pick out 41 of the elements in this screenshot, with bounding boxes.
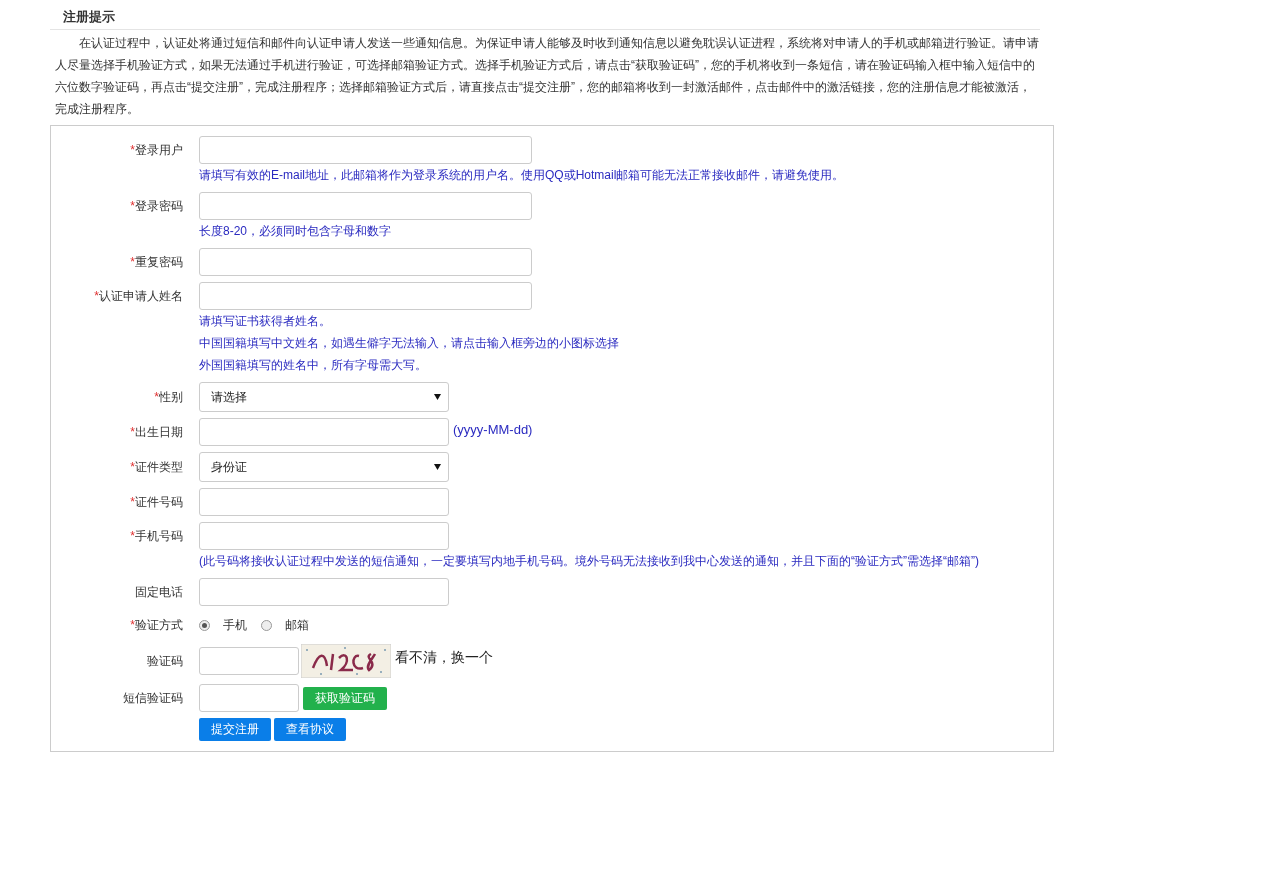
field-label: *手机号码 — [130, 528, 183, 543]
text-field[interactable] — [199, 418, 449, 446]
radio-option[interactable]: 手机 — [199, 616, 247, 634]
radio-option[interactable]: 邮箱 — [261, 616, 309, 634]
field-hint: 长度8-20，必须同时包含字母和数字 — [199, 223, 393, 240]
text-field[interactable] — [199, 248, 532, 276]
refresh-captcha-link[interactable]: 看不清，换一个 — [395, 649, 493, 667]
notice-title: 注册提示 — [63, 9, 115, 24]
text-field[interactable] — [199, 488, 449, 516]
text-field[interactable] — [199, 282, 532, 310]
format-hint: (yyyy-MM-dd) — [453, 421, 533, 437]
field-hint: (此号码将接收认证过程中发送的短信通知，一定要填写内地手机号码。境外号码无法接收到我中心发送的通知，并且下面的“验证方式”需选择“邮箱”) — [199, 553, 980, 570]
text-field[interactable] — [199, 136, 532, 164]
field-hint: 外国国籍填写的姓名中，所有字母需大写。 — [199, 357, 428, 374]
caret-icon — [434, 464, 441, 470]
field-label: *登录用户 — [130, 142, 183, 157]
form-button[interactable]: 提交注册 — [199, 718, 271, 741]
field-label: 固定电话 — [135, 584, 183, 599]
field-label: *证件号码 — [130, 494, 183, 509]
dropdown[interactable]: 身份证 — [199, 452, 449, 482]
form-button[interactable]: 查看协议 — [274, 718, 346, 741]
field-label: *登录密码 — [130, 198, 183, 213]
field-label: *性别 — [154, 389, 183, 404]
dropdown[interactable]: 请选择 — [199, 382, 449, 412]
field-hint: 请填写有效的E-mail地址，此邮箱将作为登录系统的用户名。使用QQ或Hotmail邮箱可能无法正常接收邮件，请避免使用。 — [199, 167, 846, 184]
field-label: *重复密码 — [130, 254, 183, 269]
text-field[interactable] — [199, 522, 449, 550]
field-label: 短信验证码 — [123, 690, 183, 705]
field-label: 验证码 — [147, 653, 183, 668]
field-hint: 中国国籍填写中文姓名，如遇生僻字无法输入，请点击输入框旁边的小图标选择 — [199, 335, 620, 352]
field-label: *验证方式 — [130, 617, 183, 632]
notice-paragraph: 在认证过程中，认证处将通过短信和邮件向认证申请人发送一些通知信息。为保证申请人能够及时收到通知信息以避免耽误认证进程，系统将对申请人的手机或邮箱进行验证。请申请人尽量选择手机验证方式，如果无法通过手机进行验证，可选择邮箱验证方式。选择手机验证方式后，请点击“获取验证码”，您的手机将收到一条短信，请在验证码输入框中输入短信中的六位数字验证码，再点击“提交注册”，完成注册程序；选择邮箱验证方式后，请直接点击“提交注册”，您的邮箱将收到一封激活邮件，点击邮件中的激活链接，您的注册信息才能被激活，完成注册程序。 — [55, 35, 1040, 118]
field-hint: 请填写证书获得者姓名。 — [199, 313, 332, 330]
text-field[interactable] — [199, 647, 299, 675]
field-label: *认证申请人姓名 — [94, 288, 183, 303]
text-field[interactable] — [199, 192, 532, 220]
text-field[interactable] — [199, 578, 449, 606]
text-field[interactable] — [199, 684, 299, 712]
field-label: *出生日期 — [130, 424, 183, 439]
field-label: *证件类型 — [130, 459, 183, 474]
caret-icon — [434, 394, 441, 400]
